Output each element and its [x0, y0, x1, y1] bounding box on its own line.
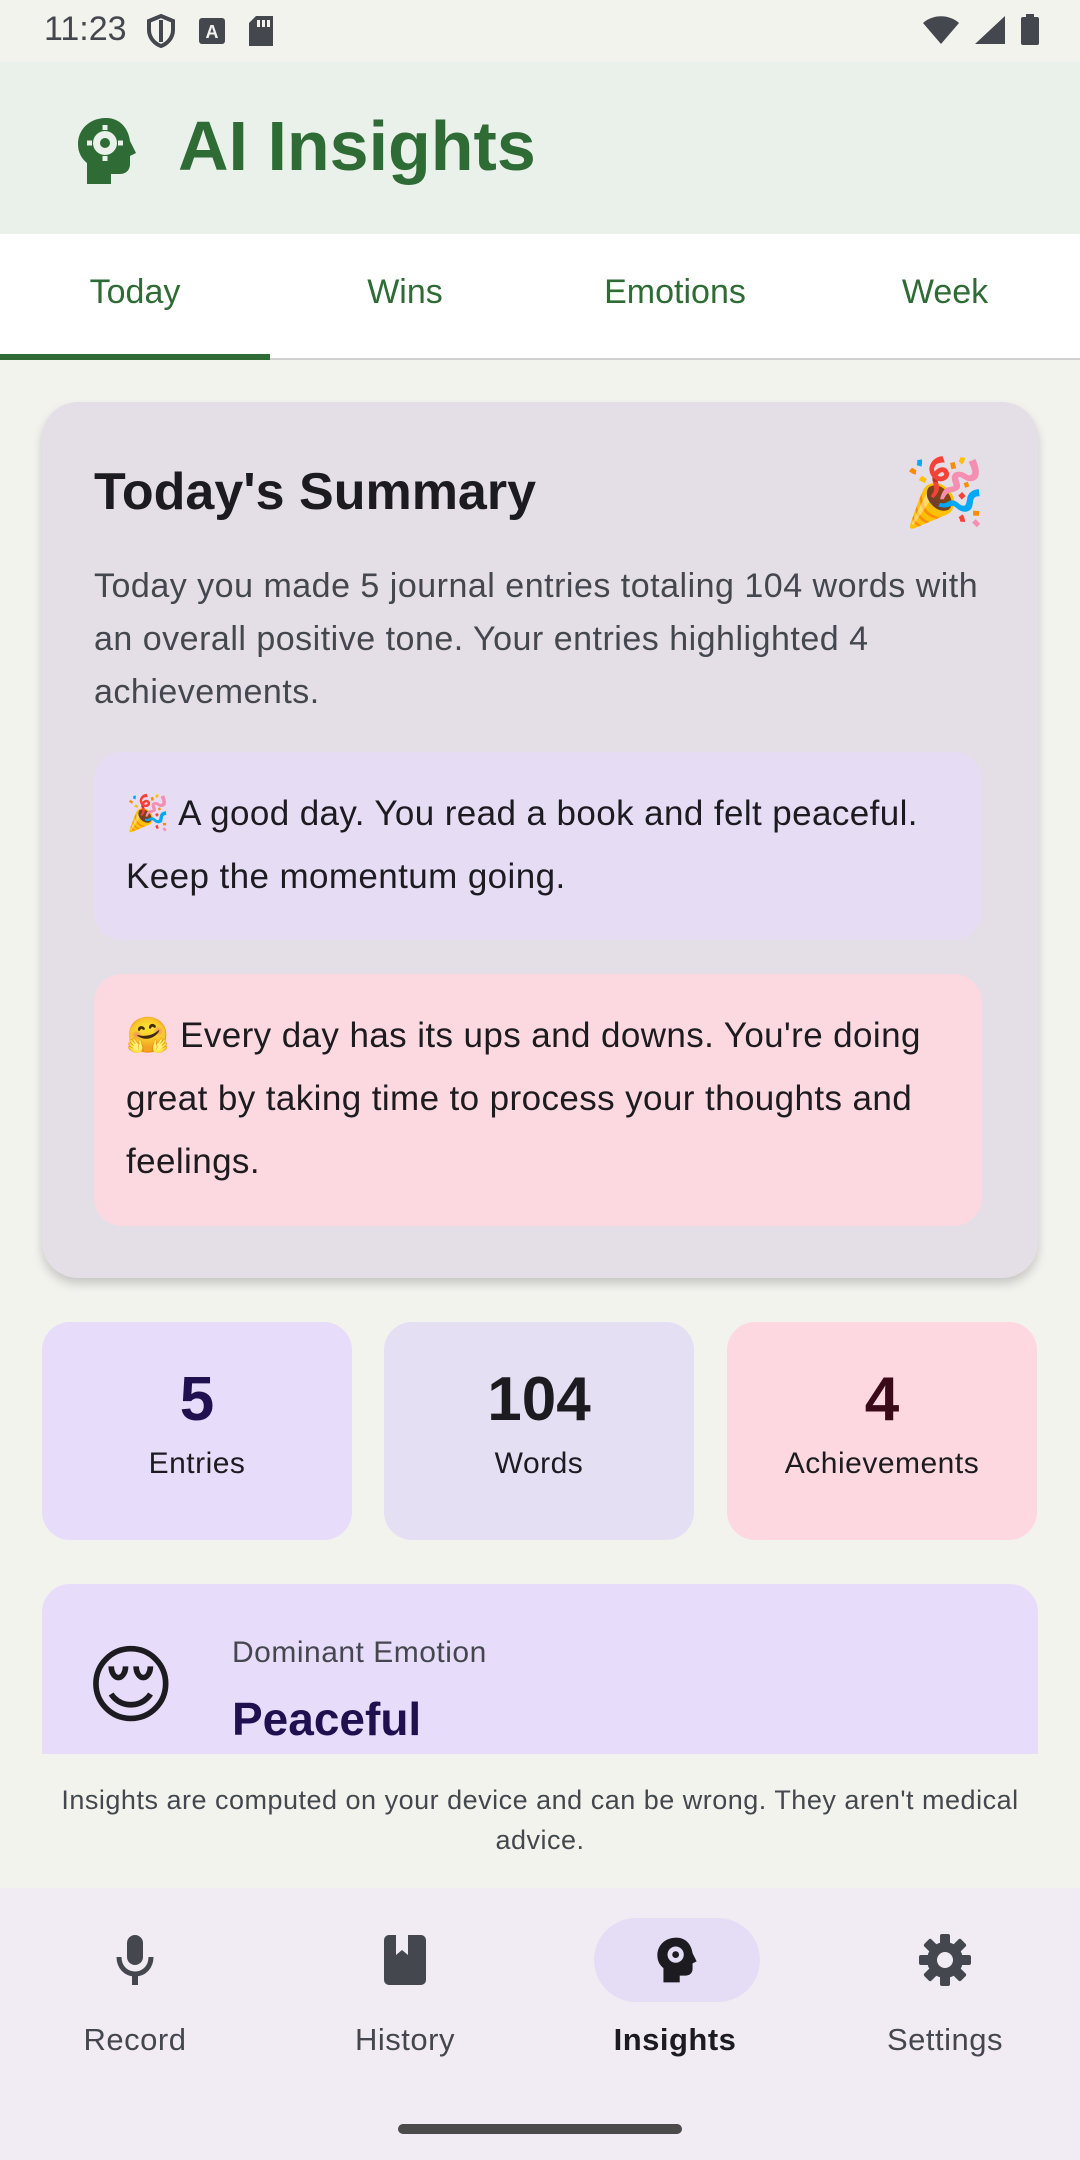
- status-time: 11:23: [44, 10, 127, 48]
- microphone-icon: [116, 1935, 154, 1985]
- stat-label: Entries: [148, 1447, 246, 1480]
- relieved-face-icon: 😌: [86, 1638, 176, 1734]
- shield-icon: [147, 14, 175, 48]
- tab-emotions[interactable]: Emotions: [540, 234, 810, 358]
- gesture-handle[interactable]: [398, 2124, 682, 2134]
- summary-title: Today's Summary: [94, 463, 536, 521]
- dominant-emotion-card: 😌 Dominant Emotion Peaceful: [42, 1584, 1038, 1754]
- signal-icon: [975, 16, 1005, 44]
- status-bar: 11:23 A: [0, 0, 1080, 62]
- brain-gear-icon: [78, 118, 136, 184]
- nav-label: History: [355, 2022, 455, 2057]
- nav-item-settings[interactable]: Settings: [810, 1918, 1080, 2078]
- disclaimer-text: Insights are computed on your device and…: [61, 1785, 1019, 1855]
- insight-note-encouragement: 🤗 Every day has its ups and downs. You'r…: [94, 974, 982, 1226]
- nav-icon-container: [594, 1918, 760, 2002]
- nav-label: Settings: [886, 2022, 1003, 2057]
- insight-note-positive: 🎉 A good day. You read a book and felt p…: [94, 752, 982, 940]
- page-title: AI Insights: [178, 107, 536, 185]
- brain-gear-icon: [657, 1937, 697, 1983]
- summary-text: Today you made 5 journal entries totalin…: [94, 567, 979, 711]
- nav-item-insights[interactable]: Insights: [540, 1918, 810, 2078]
- tab-bar: Today Wins Emotions Week: [0, 234, 1080, 360]
- stat-label: Achievements: [784, 1447, 980, 1480]
- book-icon: [384, 1935, 426, 1985]
- nav-icon-container: [335, 1918, 475, 2002]
- emotion-value: Peaceful: [232, 1693, 422, 1745]
- tab-today[interactable]: Today: [0, 234, 270, 360]
- bottom-navigation: Record History Insights Settings: [0, 1888, 1080, 2160]
- nav-label: Record: [83, 2022, 187, 2057]
- app-bar: AI Insights: [0, 62, 1080, 234]
- svg-text:A: A: [206, 22, 219, 42]
- summary-card: Today's Summary 🎉 Today you made 5 journ…: [42, 402, 1038, 1278]
- nav-icon-container: [65, 1918, 205, 2002]
- stat-value: 5: [179, 1365, 215, 1434]
- nav-label: Insights: [613, 2022, 737, 2057]
- stat-words: 104 Words: [384, 1322, 694, 1540]
- stat-label: Words: [494, 1447, 584, 1480]
- stat-entries: 5 Entries: [42, 1322, 352, 1540]
- status-icons-left: A: [146, 14, 274, 48]
- party-popper-icon: 🎉: [903, 455, 986, 529]
- stat-achievements: 4 Achievements: [727, 1322, 1037, 1540]
- wifi-icon: [923, 16, 959, 44]
- stat-value: 4: [864, 1365, 900, 1434]
- nav-icon-container: [875, 1918, 1015, 2002]
- nav-item-record[interactable]: Record: [0, 1918, 270, 2078]
- gear-icon: [919, 1934, 971, 1986]
- status-icons-right: [922, 14, 1040, 46]
- tab-wins[interactable]: Wins: [270, 234, 540, 358]
- tab-week[interactable]: Week: [810, 234, 1080, 358]
- battery-icon: [1021, 14, 1039, 45]
- emotion-label: Dominant Emotion: [232, 1636, 487, 1669]
- font-icon: A: [199, 18, 225, 44]
- sd-card-icon: [249, 16, 273, 46]
- nav-item-history[interactable]: History: [270, 1918, 540, 2078]
- stat-value: 104: [487, 1365, 591, 1434]
